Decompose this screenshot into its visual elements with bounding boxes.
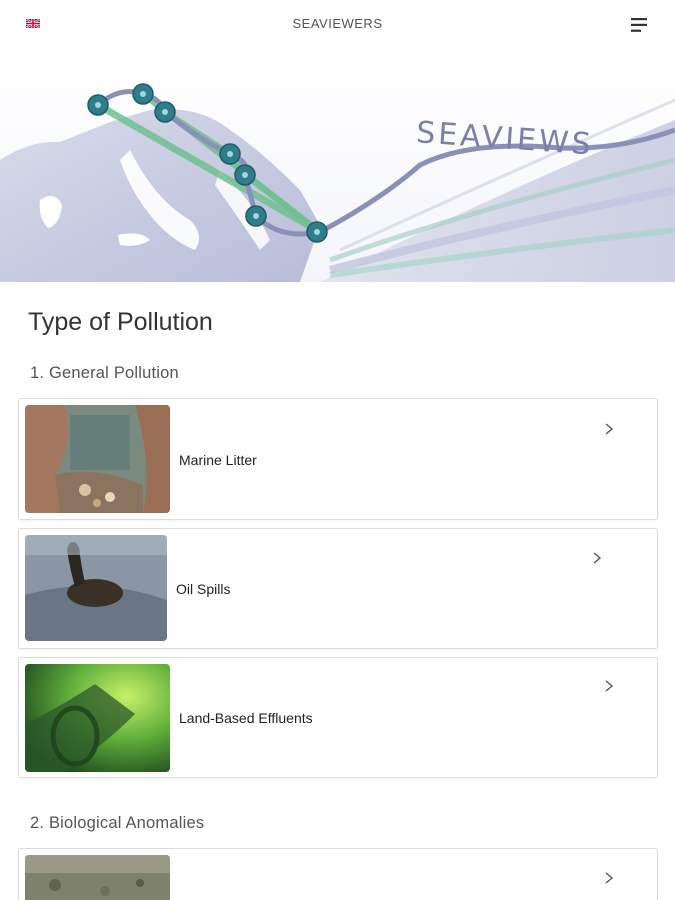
card-label: Land-Based Effluents [179,710,313,726]
app-title: SEAVIEWERS [292,16,383,31]
list-item-oil-spills[interactable]: Oil Spills [18,528,658,649]
section-title-general-pollution: 1. General Pollution [30,364,179,382]
list-item-land-based-effluents[interactable]: Land-Based Effluents [18,657,658,778]
card-label: Oil Spills [176,581,231,597]
chevron-right-icon [593,552,602,564]
land-based-effluents-thumbnail [25,664,170,772]
page-title: Type of Pollution [28,308,213,336]
chevron-right-icon [605,872,614,884]
oil-spills-thumbnail [25,535,167,641]
card-label: Marine Litter [179,452,257,468]
list-item-biological-anomaly[interactable] [18,848,658,900]
list-item-marine-litter[interactable]: Marine Litter [18,398,658,520]
section-title-biological-anomalies: 2. Biological Anomalies [30,814,205,832]
biological-anomaly-thumbnail [25,855,170,900]
chevron-right-icon [605,423,614,435]
hamburger-menu-icon[interactable] [626,14,652,36]
hero-banner: SEAVIEWS [0,50,675,282]
top-bar: SEAVIEWERS [0,0,675,50]
seaviews-map-illustration: SEAVIEWS [0,50,675,282]
chevron-right-icon [605,680,614,692]
marine-litter-thumbnail [25,405,170,513]
